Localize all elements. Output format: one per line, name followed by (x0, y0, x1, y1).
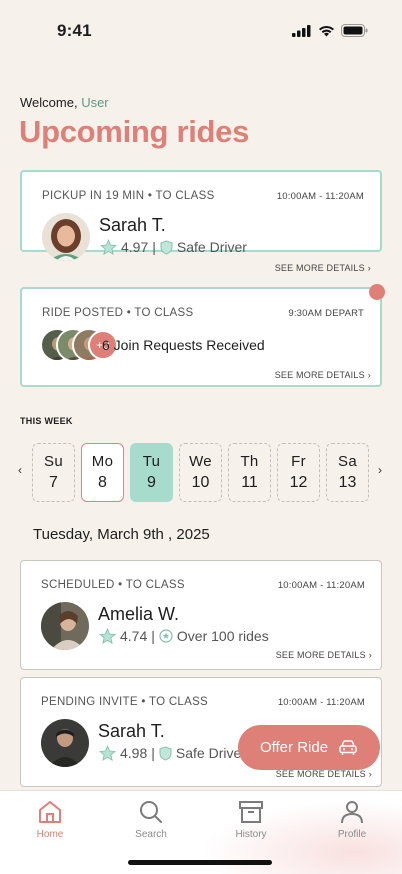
day-date: 10 (191, 474, 210, 491)
driver-name: Sarah T. (99, 215, 166, 235)
welcome-text: Welcome, User (20, 95, 109, 110)
status-bar: 9:41 (0, 0, 402, 60)
star-icon (99, 628, 116, 644)
signal-icon (292, 24, 311, 37)
day-th[interactable]: Th 11 (228, 443, 271, 502)
search-icon (140, 801, 162, 823)
ride-card-scheduled[interactable]: SCHEDULED • TO CLASS 10:00AM - 11:20AM A… (20, 560, 382, 670)
see-more-label: SEE MORE DETAILS (275, 769, 366, 779)
car-icon (339, 739, 357, 755)
driver-badge: Over 100 rides (176, 628, 269, 644)
tab-label: History (235, 829, 267, 840)
welcome-user: User (81, 95, 109, 110)
avatar (42, 213, 90, 261)
shield-icon (160, 239, 173, 255)
battery-icon (341, 24, 368, 37)
rating-divider: | (151, 745, 155, 761)
driver-rating: 4.74 | Over 100 rides (99, 628, 269, 644)
tab-label: Profile (337, 829, 367, 840)
rating-value: 4.97 (121, 239, 149, 255)
day-name: Th (240, 453, 259, 470)
day-name: Tu (142, 453, 161, 470)
day-date: 9 (147, 474, 156, 491)
wifi-icon (319, 25, 334, 36)
ride-meta: RIDE POSTED • TO CLASS (42, 307, 194, 319)
day-sa[interactable]: Sa 13 (326, 443, 369, 502)
prev-week-button[interactable]: ‹ (18, 463, 22, 477)
tab-label: Home (36, 829, 64, 840)
rating-value: 4.74 (120, 628, 148, 644)
avatar (41, 719, 89, 767)
notification-dot (369, 284, 385, 300)
user-icon (341, 801, 363, 824)
home-indicator (128, 860, 272, 865)
week-label: THIS WEEK (20, 416, 73, 426)
chevron-right-icon: › (368, 650, 372, 660)
day-mo[interactable]: Mo 8 (81, 443, 124, 502)
driver-badge: Safe Driver (175, 745, 246, 761)
driver-name: Sarah T. (98, 721, 165, 741)
day-name: We (189, 453, 212, 470)
driver-rating: 4.97 | Safe Driver (100, 239, 247, 255)
day-date: 8 (98, 474, 107, 491)
chevron-right-icon: › (367, 263, 371, 273)
ride-meta: PENDING INVITE • TO CLASS (41, 696, 209, 708)
see-more-details-link[interactable]: SEE MORE DETAILS › (275, 263, 371, 273)
join-requests-text: 6 Join Requests Received (102, 337, 265, 353)
avatar (41, 602, 89, 650)
tab-label: Search (135, 829, 167, 840)
day-name: Su (44, 453, 63, 470)
status-icons (292, 24, 368, 37)
ride-time: 9:30AM DEPART (288, 308, 364, 319)
selected-date-heading: Tuesday, March 9th , 2025 (33, 526, 210, 543)
offer-ride-button[interactable]: Offer Ride (238, 725, 380, 770)
day-name: Sa (338, 453, 357, 470)
day-fr[interactable]: Fr 12 (277, 443, 320, 502)
day-date: 12 (289, 474, 308, 491)
ride-meta: SCHEDULED • TO CLASS (41, 579, 185, 591)
rating-divider: | (151, 628, 155, 644)
see-more-details-link[interactable]: SEE MORE DETAILS › (275, 370, 371, 380)
rating-value: 4.98 (120, 745, 148, 761)
day-date: 7 (49, 474, 58, 491)
see-more-label: SEE MORE DETAILS (275, 650, 366, 660)
chevron-right-icon: › (367, 370, 371, 380)
driver-badge: Safe Driver (176, 239, 247, 255)
ride-time: 10:00AM - 11:20AM (277, 580, 365, 591)
upcoming-ride-card-pickup[interactable]: PICKUP IN 19 MIN • TO CLASS 10:00AM - 11… (20, 170, 382, 273)
tab-home[interactable]: Home (10, 799, 90, 840)
star-icon (99, 745, 116, 761)
see-more-label: SEE MORE DETAILS (274, 370, 365, 380)
day-name: Mo (91, 453, 114, 470)
offer-ride-label: Offer Ride (259, 739, 329, 756)
day-tu[interactable]: Tu 9 (130, 443, 173, 502)
page-title: Upcoming rides (19, 114, 250, 149)
status-time: 9:41 (57, 21, 92, 40)
ride-time: 10:00AM - 11:20AM (276, 191, 364, 202)
tab-history[interactable]: History (211, 799, 291, 840)
day-we[interactable]: We 10 (179, 443, 222, 502)
next-week-button[interactable]: › (378, 463, 382, 477)
see-more-details-link[interactable]: SEE MORE DETAILS › (276, 769, 372, 779)
ride-meta: PICKUP IN 19 MIN • TO CLASS (42, 190, 215, 202)
star-icon (100, 239, 117, 255)
rating-divider: | (152, 239, 156, 255)
ride-time: 10:00AM - 11:20AM (277, 697, 365, 708)
day-name: Fr (291, 453, 306, 470)
day-date: 13 (338, 474, 357, 491)
day-su[interactable]: Su 7 (32, 443, 75, 502)
welcome-prefix: Welcome, (20, 95, 78, 110)
driver-rating: 4.98 | Safe Driver (99, 745, 246, 761)
shield-icon (159, 745, 172, 761)
tab-profile[interactable]: Profile (312, 799, 392, 840)
chevron-right-icon: › (368, 769, 372, 779)
driver-name: Amelia W. (98, 604, 180, 624)
day-date: 11 (241, 474, 258, 491)
see-more-label: SEE MORE DETAILS (274, 263, 365, 273)
tab-search[interactable]: Search (111, 799, 191, 840)
see-more-details-link[interactable]: SEE MORE DETAILS › (276, 650, 372, 660)
archive-icon (239, 801, 263, 823)
award-icon (159, 629, 173, 643)
home-icon (39, 801, 61, 823)
